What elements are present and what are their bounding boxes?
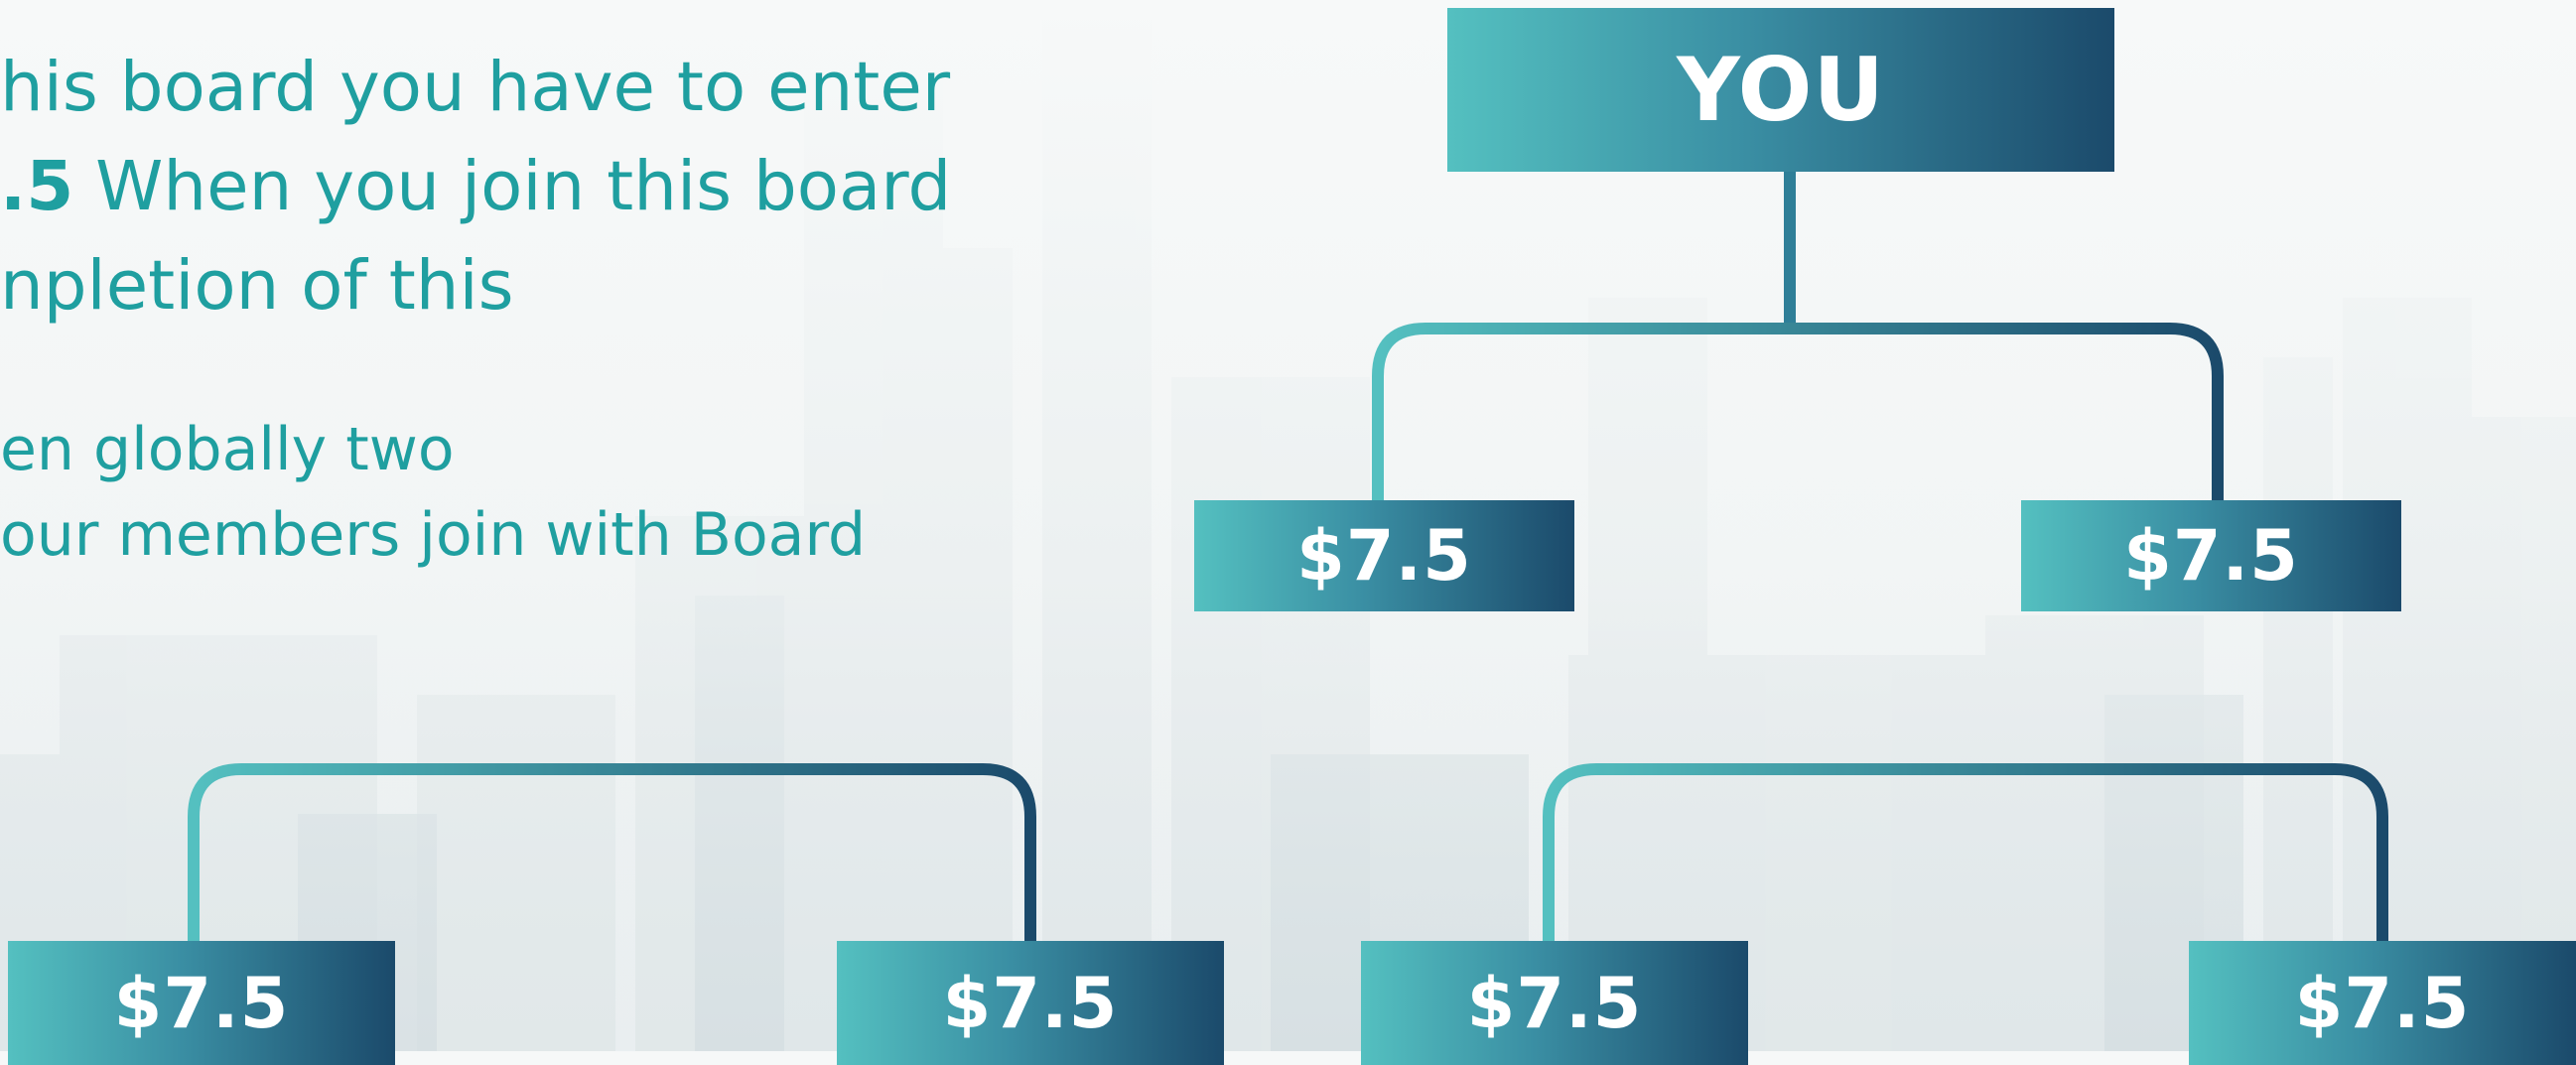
connector-level3-left-bracket [188,763,1036,941]
level3-node-1: $7.5 [8,941,395,1065]
connector-level3-right-bracket [1543,763,2388,941]
node-amount-label: $7.5 [2123,515,2299,597]
level2-node-right: $7.5 [2021,500,2401,611]
node-amount-label: $7.5 [1466,962,1643,1044]
connector-level2-bracket [1372,323,2224,501]
level3-node-3: $7.5 [1361,941,1748,1065]
node-amount-label: $7.5 [942,962,1119,1044]
root-node-label: YOU [1677,39,1885,141]
level3-node-4: $7.5 [2189,941,2576,1065]
node-amount-label: $7.5 [1296,515,1472,597]
level2-node-left: $7.5 [1194,500,1574,611]
level3-node-2: $7.5 [837,941,1224,1065]
root-node: YOU [1447,8,2114,172]
node-amount-label: $7.5 [113,962,290,1044]
node-amount-label: $7.5 [2294,962,2471,1044]
